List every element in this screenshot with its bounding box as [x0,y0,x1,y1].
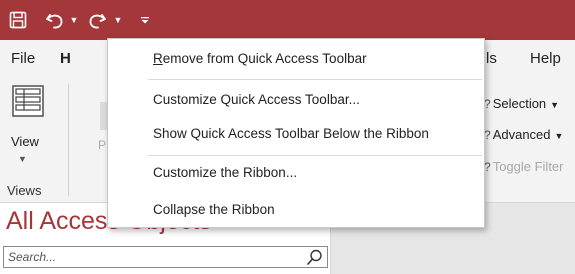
customize-quick-access-icon[interactable] [138,9,152,31]
menu-divider [148,155,482,156]
toggle-filter-label: Toggle Filter [492,159,564,174]
toggle-filter-button[interactable]: ? Toggle Filter [484,159,564,174]
view-button[interactable]: View ▼ [3,82,53,170]
save-icon[interactable] [6,9,30,31]
undo-icon[interactable] [42,9,68,31]
tab-file[interactable]: File [11,50,35,67]
selection-button[interactable]: ? Selection ▼ [484,96,559,111]
chevron-down-icon: ▼ [18,154,27,164]
hidden-ribbon-label: P [98,138,107,152]
quick-access-context-menu: Remove from Quick Access Toolbar Customi… [107,38,485,228]
menu-item-customize-ribbon[interactable]: Customize the Ribbon... [153,165,297,180]
menu-item-show-qat-below-ribbon[interactable]: Show Quick Access Toolbar Below the Ribb… [153,126,429,141]
menu-item-collapse-ribbon[interactable]: Collapse the Ribbon [153,202,275,217]
menu-divider [148,79,482,80]
title-bar: ▼ ▼ [0,0,575,40]
group-label-views: Views [7,183,42,198]
undo-dropdown-chevron-down-icon[interactable]: ▼ [68,9,80,31]
view-label: View [11,134,39,149]
tab-home[interactable]: H [60,50,71,67]
chevron-down-icon: ▼ [550,100,560,110]
tab-help[interactable]: Help [530,50,561,67]
advanced-filter-icon: ? [484,128,491,142]
redo-dropdown-chevron-down-icon[interactable]: ▼ [112,9,124,31]
search-icon[interactable] [306,248,324,266]
toggle-filter-icon: ? [484,160,491,174]
redo-icon[interactable] [84,9,110,31]
menu-item-remove-label: emove from Quick Access Toolbar [162,51,367,66]
menu-item-customize-qat[interactable]: Customize Quick Access Toolbar... [153,92,360,107]
chevron-down-icon: ▼ [554,131,564,141]
advanced-button[interactable]: ? Advanced ▼ [484,127,563,142]
search-box[interactable] [3,246,328,268]
selection-icon: ? [484,97,491,111]
advanced-label: Advanced [492,127,551,142]
group-divider [68,84,69,196]
selection-label: Selection [492,96,547,111]
datasheet-view-icon [11,84,45,118]
search-input[interactable] [8,249,298,265]
tab-tools[interactable]: ls [486,50,497,67]
menu-item-remove-from-qat[interactable]: Remove from Quick Access Toolbar [153,51,367,66]
